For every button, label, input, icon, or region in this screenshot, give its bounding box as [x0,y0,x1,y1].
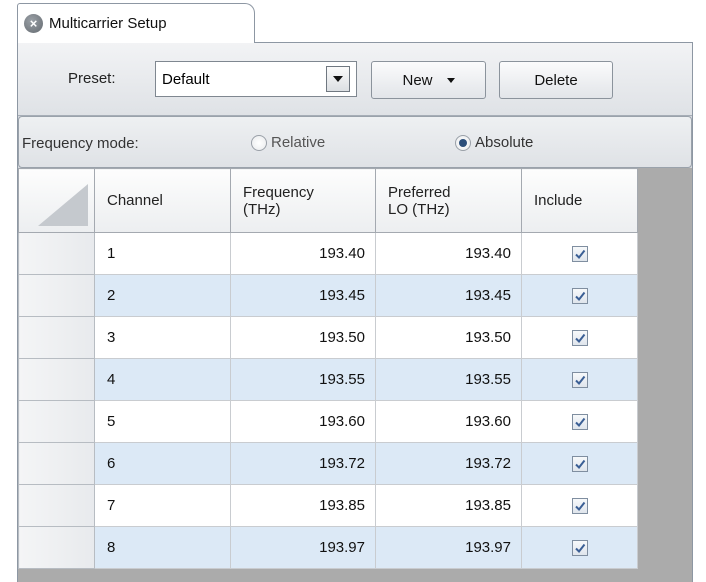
select-all-corner[interactable] [18,168,95,233]
checkmark-icon [574,375,585,386]
preset-label: Preset: [68,70,116,87]
tab-strip: × Multicarrier Setup [0,0,706,43]
cell-channel[interactable]: 5 [94,400,231,443]
cell-channel[interactable]: 7 [94,484,231,527]
cell-preferred-lo[interactable]: 193.45 [375,274,522,317]
column-header-include[interactable]: Include [521,168,638,233]
delete-preset-button[interactable]: Delete [499,61,613,99]
cell-preferred-lo[interactable]: 193.85 [375,484,522,527]
table-row[interactable]: 3 193.50 193.50 [18,316,638,359]
cell-preferred-lo[interactable]: 193.60 [375,400,522,443]
checkmark-icon [574,543,585,554]
preset-dropdown[interactable]: Default [155,61,357,97]
cell-frequency[interactable]: 193.50 [230,316,376,359]
new-button-label: New [402,71,433,89]
row-header[interactable] [18,316,95,359]
new-preset-button[interactable]: New [371,61,486,99]
include-checkbox[interactable] [571,498,588,515]
checkmark-icon [574,249,585,260]
cell-include [521,274,638,317]
cell-frequency[interactable]: 193.55 [230,358,376,401]
cell-preferred-lo[interactable]: 193.40 [375,232,522,275]
include-checkbox[interactable] [571,372,588,389]
cell-channel[interactable]: 8 [94,526,231,569]
cell-frequency[interactable]: 193.97 [230,526,376,569]
radio-relative[interactable]: Relative [251,134,325,151]
cell-include [521,526,638,569]
radio-absolute[interactable]: Absolute [455,134,533,151]
row-header[interactable] [18,526,95,569]
cell-preferred-lo[interactable]: 193.55 [375,358,522,401]
cell-frequency[interactable]: 193.85 [230,484,376,527]
cell-preferred-lo[interactable]: 193.72 [375,442,522,485]
cell-include [521,316,638,359]
tab-label: Multicarrier Setup [49,15,167,32]
cell-include [521,232,638,275]
table-row[interactable]: 2 193.45 193.45 [18,274,638,317]
checkmark-icon [574,333,585,344]
cell-frequency[interactable]: 193.60 [230,400,376,443]
row-header[interactable] [18,484,95,527]
table-row[interactable]: 5 193.60 193.60 [18,400,638,443]
frequency-mode-label: Frequency mode: [22,135,139,152]
row-header[interactable] [18,274,95,317]
table-row[interactable]: 1 193.40 193.40 [18,232,638,275]
tab-multicarrier-setup[interactable]: × Multicarrier Setup [17,3,255,43]
table-row[interactable]: 6 193.72 193.72 [18,442,638,485]
include-checkbox[interactable] [571,330,588,347]
row-header[interactable] [18,232,95,275]
chevron-down-icon [446,77,455,83]
preset-value: Default [162,70,210,88]
cell-frequency[interactable]: 193.40 [230,232,376,275]
preset-toolbar: Preset: Default New Delete [18,43,692,116]
table-row[interactable]: 8 193.97 193.97 [18,526,638,569]
radio-button-icon [251,134,267,151]
dropdown-arrow-button[interactable] [326,66,350,92]
column-header-preferred-lo[interactable]: Preferred LO (THz) [375,168,522,233]
chevron-down-icon [333,76,343,82]
radio-absolute-label: Absolute [475,134,534,151]
include-checkbox[interactable] [571,288,588,305]
column-header-frequency[interactable]: Frequency (THz) [230,168,376,233]
cell-channel[interactable]: 4 [94,358,231,401]
cell-include [521,400,638,443]
radio-button-selected-icon [455,134,471,151]
radio-relative-label: Relative [271,134,326,151]
cell-channel[interactable]: 1 [94,232,231,275]
multicarrier-panel: Preset: Default New Delete Frequency mod… [17,42,693,582]
cell-include [521,484,638,527]
cell-include [521,442,638,485]
column-header-channel[interactable]: Channel [94,168,231,233]
channel-grid: Channel Frequency (THz) Preferred LO (THz)… [18,168,692,582]
table-row[interactable]: 7 193.85 193.85 [18,484,638,527]
row-header[interactable] [18,358,95,401]
checkmark-icon [574,459,585,470]
row-header[interactable] [18,400,95,443]
cell-channel[interactable]: 6 [94,442,231,485]
cell-include [521,358,638,401]
checkmark-icon [574,291,585,302]
frequency-mode-bar: Frequency mode: Relative Absolute [18,116,692,168]
delete-button-label: Delete [534,71,578,89]
include-checkbox[interactable] [571,456,588,473]
cell-channel[interactable]: 2 [94,274,231,317]
include-checkbox[interactable] [571,540,588,557]
row-header[interactable] [18,442,95,485]
table-row[interactable]: 4 193.55 193.55 [18,358,638,401]
cell-frequency[interactable]: 193.72 [230,442,376,485]
include-checkbox[interactable] [571,246,588,263]
include-checkbox[interactable] [571,414,588,431]
checkmark-icon [574,501,585,512]
cell-preferred-lo[interactable]: 193.50 [375,316,522,359]
cell-frequency[interactable]: 193.45 [230,274,376,317]
checkmark-icon [574,417,585,428]
cell-preferred-lo[interactable]: 193.97 [375,526,522,569]
cell-channel[interactable]: 3 [94,316,231,359]
close-icon[interactable]: × [24,14,43,33]
channel-table: Channel Frequency (THz) Preferred LO (THz)… [18,168,638,569]
